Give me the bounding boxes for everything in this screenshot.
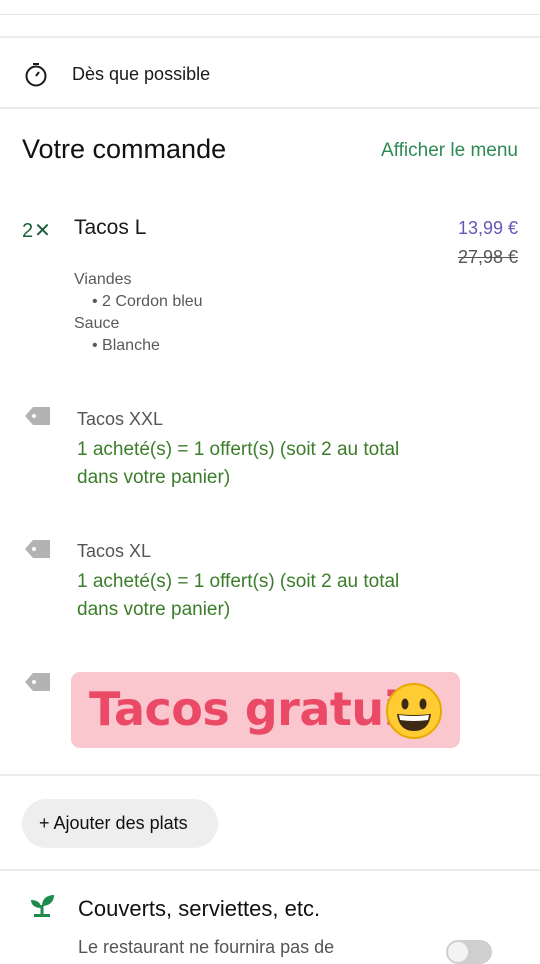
show-menu-link[interactable]: Afficher le menu — [381, 140, 518, 162]
delivery-time-row[interactable]: Dès que possible — [0, 40, 540, 106]
item-price-discounted: 13,99 € — [457, 218, 518, 238]
promotion-item-name: Tacos XL — [77, 541, 152, 561]
sticker-overlay: Tacos gratuit — [71, 672, 460, 748]
promotion-description: 1 acheté(s) = 1 offert(s) (soit 2 au tot… — [77, 439, 400, 460]
sprout-icon — [30, 892, 56, 923]
item-price-original: 27,98 € — [457, 247, 518, 267]
promotion-description: dans votre panier) — [77, 467, 231, 488]
sticker-text: Tacos gratuit — [89, 682, 421, 736]
promotion-description: dans votre panier) — [77, 599, 231, 620]
option-value: • Blanche — [92, 337, 160, 354]
cutlery-toggle[interactable] — [446, 940, 492, 964]
stopwatch-icon — [24, 62, 48, 93]
tag-icon — [24, 671, 52, 693]
tag-icon — [24, 538, 52, 560]
item-name: Tacos L — [74, 216, 147, 239]
option-value: • 2 Cordon bleu — [92, 293, 203, 310]
promotion-item-name: Tacos XXL — [77, 409, 164, 429]
top-bar-edge — [0, 0, 540, 15]
delivery-time-label: Dès que possible — [72, 64, 211, 84]
cutlery-title: Couverts, serviettes, etc. — [78, 896, 321, 921]
toggle-knob — [448, 942, 468, 962]
divider — [0, 869, 540, 871]
option-label: Viandes — [74, 271, 132, 288]
item-quantity: 2✕ — [22, 220, 52, 242]
option-label: Sauce — [74, 315, 120, 332]
divider — [0, 774, 540, 776]
add-dishes-button[interactable]: + Ajouter des plats — [22, 799, 218, 848]
add-dishes-label: + Ajouter des plats — [39, 813, 188, 833]
promotion-description: 1 acheté(s) = 1 offert(s) (soit 2 au tot… — [77, 571, 400, 592]
cutlery-description: Le restaurant ne fournira pas de — [78, 937, 335, 957]
divider — [0, 36, 540, 38]
divider — [0, 107, 540, 109]
tag-icon — [24, 405, 52, 427]
order-title: Votre commande — [22, 134, 227, 164]
grinning-face-emoji-icon — [385, 682, 443, 745]
